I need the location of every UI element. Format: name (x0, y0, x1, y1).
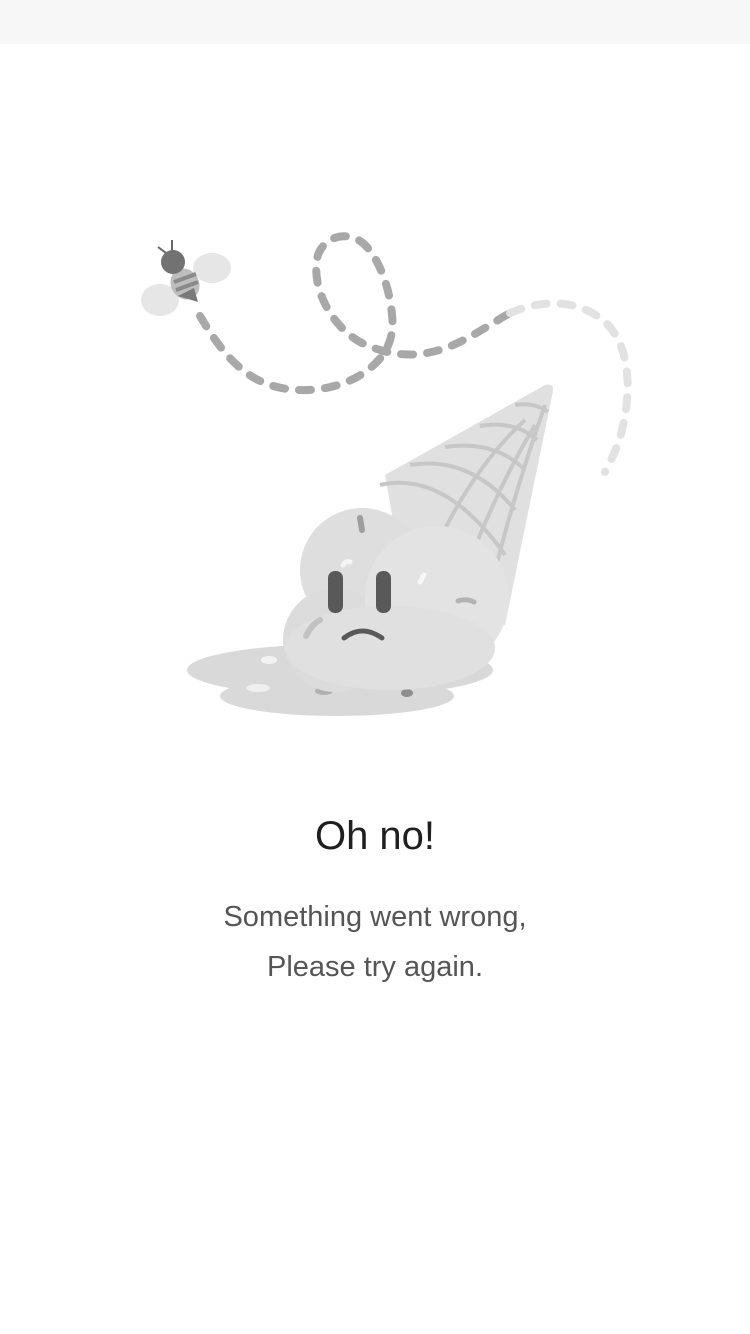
error-illustration (0, 200, 750, 760)
error-title: Oh no! (314, 814, 436, 858)
error-message: Something went wrong, Please try again. (0, 892, 750, 992)
error-message-line-2: Please try again. (266, 951, 483, 983)
bee-flight-path (196, 232, 632, 476)
bee-icon (141, 240, 231, 316)
status-bar (0, 0, 750, 44)
error-message-line-1: Something went wrong, (223, 901, 527, 933)
